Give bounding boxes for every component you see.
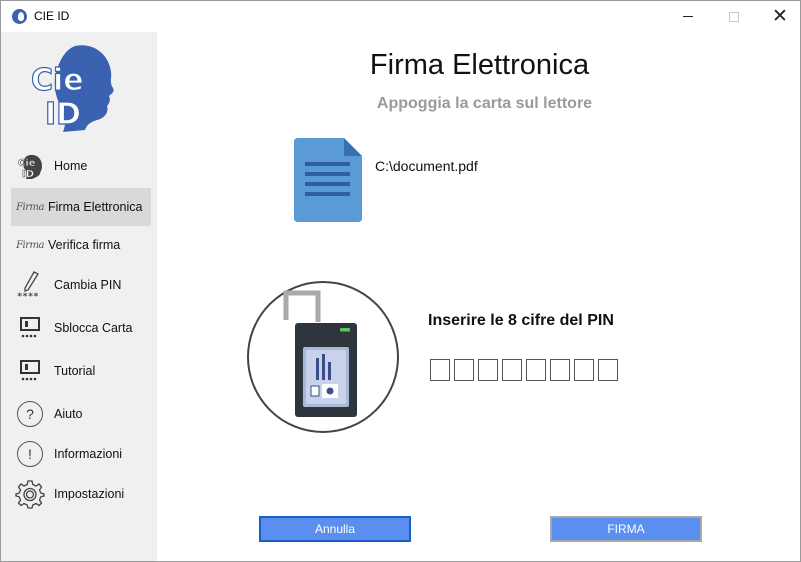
cie-app-icon [12, 9, 27, 24]
card-reader-icon [15, 313, 45, 343]
sidebar-item-label: Verifica firma [48, 238, 121, 252]
pin-prompt: Inserire le 8 cifre del PIN [428, 312, 614, 329]
svg-text:Cie: Cie [18, 158, 36, 169]
gear-icon [15, 479, 45, 509]
maximize-button[interactable] [711, 1, 757, 32]
pin-digit-field[interactable] [478, 359, 498, 381]
svg-text:ID: ID [22, 169, 34, 180]
sidebar-item-impostazioni[interactable]: Impostazioni [11, 475, 151, 513]
card-reader-illustration [247, 281, 399, 433]
cancel-button[interactable]: Annulla [259, 516, 411, 542]
sidebar: Cie ID Cie CieID Home Firma Firma Elettr… [1, 32, 157, 561]
minimize-icon [683, 16, 693, 17]
sidebar-item-label: Impostazioni [54, 487, 125, 501]
document-path: C:\document.pdf [375, 158, 478, 174]
close-button[interactable]: ✕ [757, 1, 801, 32]
sidebar-item-label: Cambia PIN [54, 278, 122, 292]
info-icon: ! [15, 439, 45, 469]
cie-id-logo: Cie ID Cie [30, 45, 114, 132]
signature-icon: Firma [16, 201, 44, 213]
pin-input-group [430, 359, 622, 381]
signature-icon: Firma [16, 239, 44, 251]
sidebar-item-label: Firma Elettronica [48, 200, 143, 214]
page-subtitle: Appoggia la carta sul lettore [376, 95, 593, 112]
pin-digit-field[interactable] [550, 359, 570, 381]
pen-pin-icon: **** [15, 270, 45, 300]
window-title: CIE ID [34, 9, 70, 23]
sidebar-item-firma-elettronica[interactable]: Firma Firma Elettronica [11, 188, 151, 226]
svg-text:ID: ID [45, 97, 81, 132]
sidebar-item-sblocca-carta[interactable]: Sblocca Carta [11, 309, 151, 347]
sidebar-item-label: Aiuto [54, 407, 83, 421]
sidebar-item-cambia-pin[interactable]: **** Cambia PIN [11, 266, 151, 304]
sidebar-item-label: Sblocca Carta [54, 321, 133, 335]
minimize-button[interactable] [665, 1, 711, 32]
close-icon: ✕ [772, 6, 788, 27]
page-title: Firma Elettronica [369, 49, 590, 81]
pin-digit-field[interactable] [502, 359, 522, 381]
sidebar-item-home[interactable]: Cie ID Home [11, 147, 151, 185]
sidebar-item-aiuto[interactable]: ? Aiuto [11, 395, 151, 433]
card-reader-icon [15, 356, 45, 386]
app-window: CIE ID ✕ Cie ID Cie CieID Home Firma Fir… [0, 0, 801, 562]
pin-digit-field[interactable] [430, 359, 450, 381]
sidebar-item-tutorial[interactable]: Tutorial [11, 352, 151, 390]
document-icon [294, 138, 362, 222]
pin-digit-field[interactable] [598, 359, 618, 381]
svg-text:****: **** [17, 292, 39, 300]
sidebar-item-label: Informazioni [54, 447, 123, 461]
cie-id-icon: Cie ID [15, 151, 45, 181]
sidebar-item-label: Tutorial [54, 364, 96, 378]
title-bar: CIE ID ✕ [1, 1, 800, 32]
pin-digit-field[interactable] [526, 359, 546, 381]
sidebar-item-verifica-firma[interactable]: Firma Verifica firma [11, 226, 151, 264]
pin-digit-field[interactable] [574, 359, 594, 381]
question-icon: ? [15, 399, 45, 429]
sign-button[interactable]: FIRMA [550, 516, 702, 542]
maximize-icon [729, 11, 739, 22]
sidebar-item-label: Home [54, 159, 88, 173]
sidebar-item-informazioni[interactable]: ! Informazioni [11, 435, 151, 473]
pin-digit-field[interactable] [454, 359, 474, 381]
